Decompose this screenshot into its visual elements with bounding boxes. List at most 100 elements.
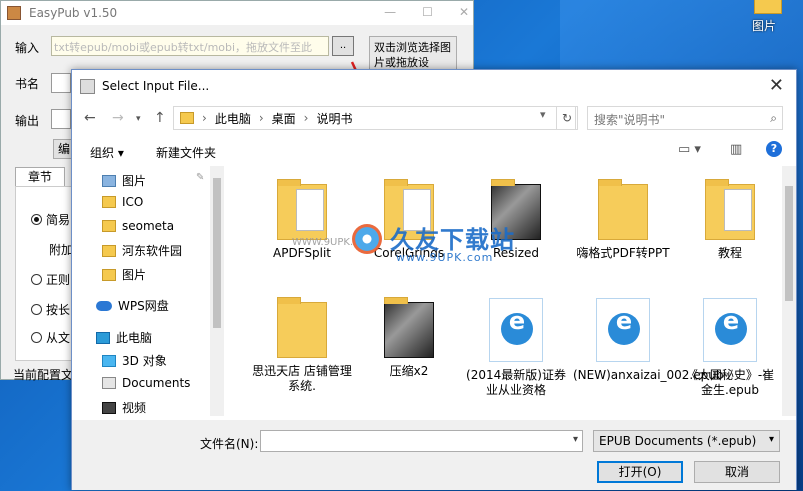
address-bar-row: ← → ▾ ↑ › 此电脑 › 桌面 › 说明书 ▾ ↻ 搜索"说明书" ⌕ (72, 102, 796, 132)
folder-icon (102, 196, 116, 208)
organize-button[interactable]: 组织 ▾ (90, 144, 124, 161)
chevron-down-icon[interactable]: ▾ (573, 434, 578, 445)
radio-icon (31, 214, 42, 225)
documents-icon (102, 377, 116, 389)
close-icon[interactable]: ✕ (769, 75, 784, 96)
nav-item-ico[interactable]: ICO (102, 195, 143, 209)
file-item[interactable]: (NEW)anxaizai_002.epub (573, 298, 723, 383)
chevron-down-icon: ▾ (768, 434, 774, 445)
nav-item-videos[interactable]: 视频 (102, 399, 146, 416)
nav-item-hedong[interactable]: 河东软件园 (102, 242, 182, 259)
nav-item-documents[interactable]: Documents (102, 376, 190, 390)
breadcrumb-desktop[interactable]: 桌面 (272, 110, 296, 127)
scroll-thumb[interactable] (213, 178, 221, 328)
option-from-file[interactable]: 从文 (31, 329, 70, 346)
file-item[interactable]: 思迅天店 店铺管理系统. (252, 297, 352, 394)
folder-icon (277, 297, 327, 358)
watermark-logo-icon (352, 224, 382, 254)
output-field[interactable] (51, 109, 71, 129)
open-button[interactable]: 打开(O) (597, 461, 683, 483)
new-folder-button[interactable]: 新建文件夹 (156, 144, 216, 161)
search-input[interactable]: 搜索"说明书" ⌕ (587, 106, 783, 130)
chevron-down-icon[interactable]: ▾ (540, 108, 546, 121)
pin-icon[interactable]: ✎ (196, 172, 204, 183)
epub-file-icon (703, 298, 758, 362)
easypub-titlebar[interactable]: EasyPub v1.50 — ☐ ✕ (1, 1, 473, 25)
folder-icon (180, 112, 194, 124)
nav-item-pictures[interactable]: 图片 (102, 266, 146, 283)
desktop-icon-label: 图片 (752, 19, 777, 33)
maximize-icon[interactable]: ☐ (422, 5, 433, 19)
nav-scrollbar[interactable] (210, 166, 224, 416)
back-arrow-icon[interactable]: ← (84, 110, 96, 126)
option-extra: 附加 (49, 243, 74, 257)
nav-item-wps-cloud[interactable]: WPS网盘 (96, 297, 169, 314)
epub-file-icon (489, 298, 544, 362)
breadcrumb-this-pc[interactable]: 此电脑 (215, 110, 251, 127)
file-list: APDFSplit CorelGrinds Resized 嗨格式PDF转PPT… (232, 170, 777, 415)
navigation-pane: 图片 ✎ ICO seometa 河东软件园 图片 WPS网盘 此电脑 3D 对… (72, 166, 224, 416)
up-arrow-icon[interactable]: ↑ (154, 110, 166, 126)
folder-icon (705, 179, 755, 240)
desktop-icon-pictures[interactable]: 图片 (748, 0, 788, 40)
option-length[interactable]: 按长 (31, 301, 70, 318)
browse-button[interactable]: .. (332, 36, 354, 56)
folder-icon (754, 0, 782, 14)
app-icon (7, 6, 21, 20)
chevron-right-icon: › (258, 111, 264, 125)
video-icon (102, 401, 116, 414)
window-title: EasyPub v1.50 (29, 6, 118, 20)
preview-pane-icon[interactable]: ▥ (730, 142, 742, 157)
search-icon: ⌕ (770, 111, 777, 125)
refresh-icon[interactable]: ↻ (556, 106, 578, 130)
file-item[interactable]: (2014最新版)证券业从业资格 (466, 298, 566, 398)
nav-item-pictures-pinned[interactable]: 图片 (102, 172, 146, 189)
dialog-app-icon (80, 78, 95, 94)
status-text: 当前配置文 (13, 368, 74, 382)
dialog-toolbar: 组织 ▾ 新建文件夹 ▭ ▾ ▥ ? (72, 136, 796, 164)
book-name-field[interactable] (51, 73, 71, 93)
nav-item-seometa[interactable]: seometa (102, 219, 174, 233)
dialog-titlebar[interactable]: Select Input File... ✕ (72, 70, 796, 102)
file-type-select[interactable]: EPUB Documents (*.epub) ▾ (593, 430, 780, 452)
dialog-footer: 文件名(N): ▾ EPUB Documents (*.epub) ▾ 打开(O… (72, 420, 796, 490)
nav-item-3d-objects[interactable]: 3D 对象 (102, 352, 167, 369)
folder-icon (102, 244, 116, 257)
close-icon[interactable]: ✕ (459, 5, 469, 19)
epub-file-icon (596, 298, 651, 362)
radio-icon (31, 304, 42, 315)
file-item[interactable]: 压缩x2 (359, 297, 459, 379)
option-regex[interactable]: 正则 (31, 271, 70, 288)
cancel-button[interactable]: 取消 (694, 461, 780, 483)
select-file-dialog: Select Input File... ✕ ← → ▾ ↑ › 此电脑 › 桌… (71, 69, 797, 490)
scroll-thumb[interactable] (785, 186, 793, 301)
file-item[interactable]: 教程 (680, 179, 780, 261)
output-label: 输出 (15, 114, 40, 128)
view-options-icon[interactable]: ▭ ▾ (678, 142, 701, 157)
forward-arrow-icon[interactable]: → (112, 110, 124, 126)
tab-chapter[interactable]: 章节 (15, 167, 65, 187)
file-item[interactable]: 《大国秘史》-崔金生.epub (680, 298, 780, 398)
watermark: WWW.9UPK.COM 久友下载站 www.9UPK.com (292, 224, 515, 264)
filename-label: 文件名(N): (200, 437, 259, 451)
breadcrumb-manual[interactable]: 说明书 (316, 110, 352, 127)
address-field[interactable]: › 此电脑 › 桌面 › 说明书 (173, 106, 576, 130)
chevron-right-icon: › (303, 111, 309, 125)
cloud-icon (96, 300, 112, 311)
nav-item-this-pc[interactable]: 此电脑 (96, 329, 152, 346)
recent-chevron-icon[interactable]: ▾ (136, 114, 141, 124)
radio-icon (31, 274, 42, 285)
input-file-field[interactable]: txt转epub/mobi或epub转txt/mobi，拖放文件至此 (51, 36, 329, 56)
dialog-title: Select Input File... (102, 79, 210, 93)
file-list-scrollbar[interactable] (782, 166, 796, 416)
minimize-icon[interactable]: — (384, 5, 396, 19)
pictures-icon (102, 174, 116, 187)
option-simple[interactable]: 简易 (31, 211, 70, 228)
filename-input[interactable]: ▾ (260, 430, 583, 452)
input-label: 输入 (15, 41, 40, 55)
folder-icon (598, 179, 648, 240)
computer-icon (96, 331, 110, 344)
folder-icon (384, 297, 434, 358)
help-icon[interactable]: ? (766, 141, 782, 157)
folder-icon (102, 220, 116, 232)
